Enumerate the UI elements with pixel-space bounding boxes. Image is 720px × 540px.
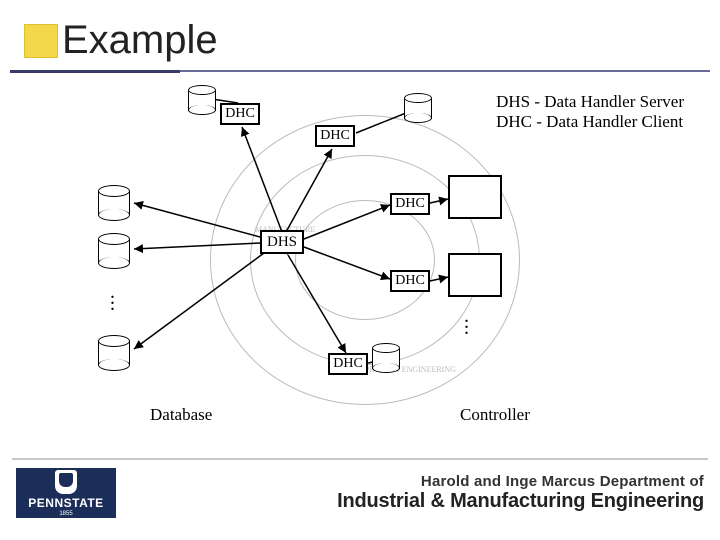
logo-year: 1855 — [59, 511, 72, 517]
node-label: DHC — [395, 196, 425, 212]
pennstate-logo: PENNSTATE 1855 — [16, 468, 116, 518]
bg-circle-inner — [295, 200, 435, 320]
department-line2: Industrial & Manufacturing Engineering — [337, 490, 704, 513]
ellipsis-icon: ... — [110, 289, 113, 307]
dhc-node: DHC — [390, 193, 430, 215]
controller-icon — [448, 175, 502, 219]
node-label: DHC — [395, 273, 425, 289]
database-icon — [188, 85, 216, 115]
department-line1: Harold and Inge Marcus Department of — [337, 473, 704, 490]
dhc-node: DHC — [390, 270, 430, 292]
slide-title: Example — [62, 18, 218, 63]
node-label: DHS — [267, 234, 297, 251]
dhc-node: DHC — [328, 353, 368, 375]
dhc-node: DHC — [315, 125, 355, 147]
diagram: PROCESS ENGINEERING MANUFACTURE — [60, 85, 640, 425]
logo-text: PENNSTATE — [28, 496, 103, 510]
database-icon — [404, 93, 432, 123]
department-name: Harold and Inge Marcus Department of Ind… — [337, 473, 704, 513]
database-icon — [98, 233, 130, 267]
footer: PENNSTATE 1855 Harold and Inge Marcus De… — [16, 462, 704, 524]
dhs-node: DHS — [260, 230, 304, 254]
title-bullet-icon — [24, 24, 58, 58]
ellipsis-icon: ... — [464, 313, 467, 331]
dhc-node: DHC — [220, 103, 260, 125]
title-block: Example — [18, 18, 218, 63]
footer-divider — [12, 458, 708, 460]
node-label: DHC — [320, 128, 350, 144]
caption-controller: Controller — [460, 405, 530, 425]
database-icon — [98, 185, 130, 219]
slide: Example DHS - Data Handler Server DHC - … — [0, 0, 720, 540]
title-underline-accent — [10, 70, 180, 73]
caption-database: Database — [150, 405, 212, 425]
title-underline — [180, 70, 710, 72]
shield-icon — [55, 470, 77, 494]
database-icon — [98, 335, 130, 369]
database-icon — [372, 343, 400, 373]
node-label: DHC — [225, 106, 255, 122]
controller-icon — [448, 253, 502, 297]
node-label: DHC — [333, 356, 363, 372]
